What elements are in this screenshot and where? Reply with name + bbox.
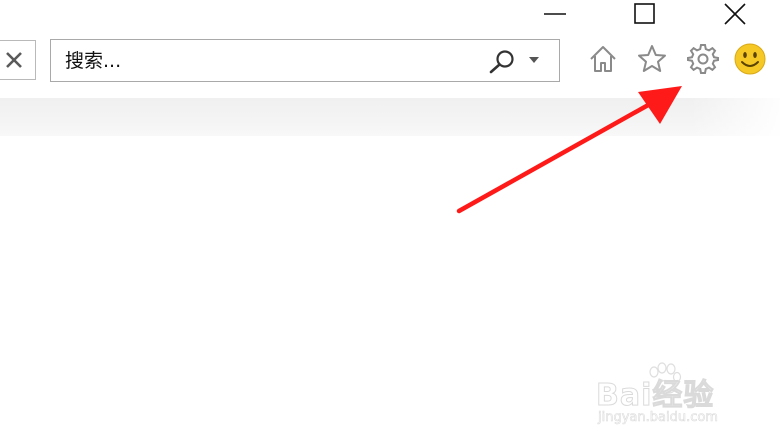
maximize-button[interactable] <box>622 0 668 28</box>
watermark-main-text: Bai经验 <box>595 378 715 414</box>
magnifier-icon[interactable] <box>487 48 517 74</box>
home-button[interactable] <box>586 42 620 76</box>
watermark-url: jingyan.baidu.com <box>598 410 719 426</box>
feedback-smiley-icon <box>734 43 766 75</box>
tab-strip <box>0 98 780 136</box>
feedback-button[interactable] <box>733 42 767 76</box>
window-close-button[interactable] <box>712 0 758 28</box>
browser-window: Bai经验 jingyan.baidu.com <box>0 0 780 448</box>
search-input[interactable] <box>51 40 471 81</box>
close-icon <box>724 3 746 25</box>
home-icon <box>590 46 616 72</box>
minimize-icon <box>544 13 566 15</box>
favorites-star-icon <box>638 45 666 72</box>
tab-strip-fade <box>690 98 780 136</box>
settings-button[interactable] <box>686 42 720 76</box>
maximize-icon <box>634 3 655 24</box>
favorites-button[interactable] <box>635 42 669 76</box>
stop-button[interactable] <box>0 40 36 80</box>
watermark: Bai经验 jingyan.baidu.com <box>595 360 756 430</box>
settings-gear-icon <box>687 44 719 74</box>
chevron-down-icon[interactable] <box>527 54 541 66</box>
minimize-button[interactable] <box>532 0 578 28</box>
search-box[interactable] <box>50 39 560 82</box>
close-x-icon <box>6 52 22 68</box>
